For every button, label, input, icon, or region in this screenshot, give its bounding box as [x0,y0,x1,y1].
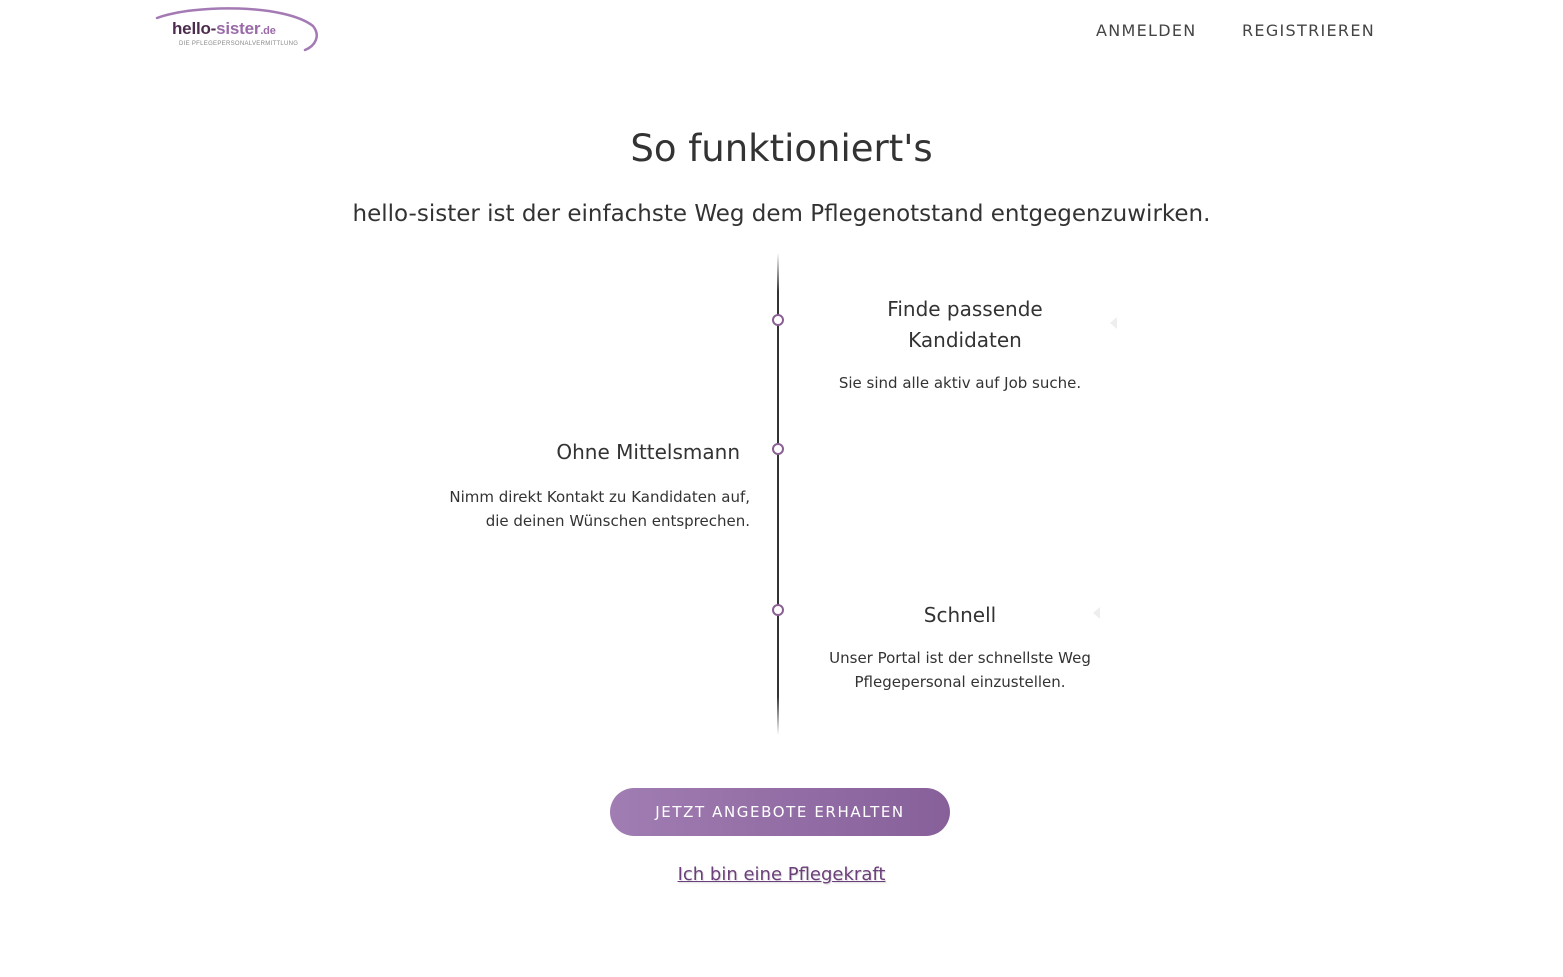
step-title: Schnell [923,603,997,627]
nurse-link-container: Ich bin eine Pflegekraft [0,864,1563,885]
logo-wordmark: hello-sister.de [172,19,276,38]
timeline-arrow-icon [1110,317,1117,329]
nav-login-link[interactable]: ANMELDEN [1096,21,1197,40]
logo-tagline: DIE PFLEGEPERSONALVERMITTLUNG [179,41,299,47]
site-header: hello-sister.de DIE PFLEGEPERSONALVERMIT… [0,0,1563,62]
step-text: Sie sind alle aktiv auf Job suche. [838,374,1082,392]
step-title: Ohne Mittelsmann [556,440,740,464]
get-offers-button[interactable]: JETZT ANGEBOTE ERHALTEN [610,788,950,836]
timeline-arrow-icon [1093,607,1100,619]
page-subtitle: hello-sister ist der einfachste Weg dem … [352,201,1211,227]
timeline-dot [772,443,784,455]
i-am-nurse-link[interactable]: Ich bin eine Pflegekraft [678,864,886,885]
timeline-dot [772,604,784,616]
step-text: Unser Portal ist der schnellste Weg Pfle… [829,649,1091,691]
hello-sister-logo[interactable]: hello-sister.de DIE PFLEGEPERSONALVERMIT… [155,6,320,54]
step-title: Finde passende Kandidaten [887,297,1043,352]
nav-register-link[interactable]: REGISTRIEREN [1242,21,1375,40]
page-title: So funktioniert's [630,127,933,170]
timeline-dot [772,314,784,326]
step-text: Nimm direkt Kontakt zu Kandidaten auf, d… [449,488,750,530]
